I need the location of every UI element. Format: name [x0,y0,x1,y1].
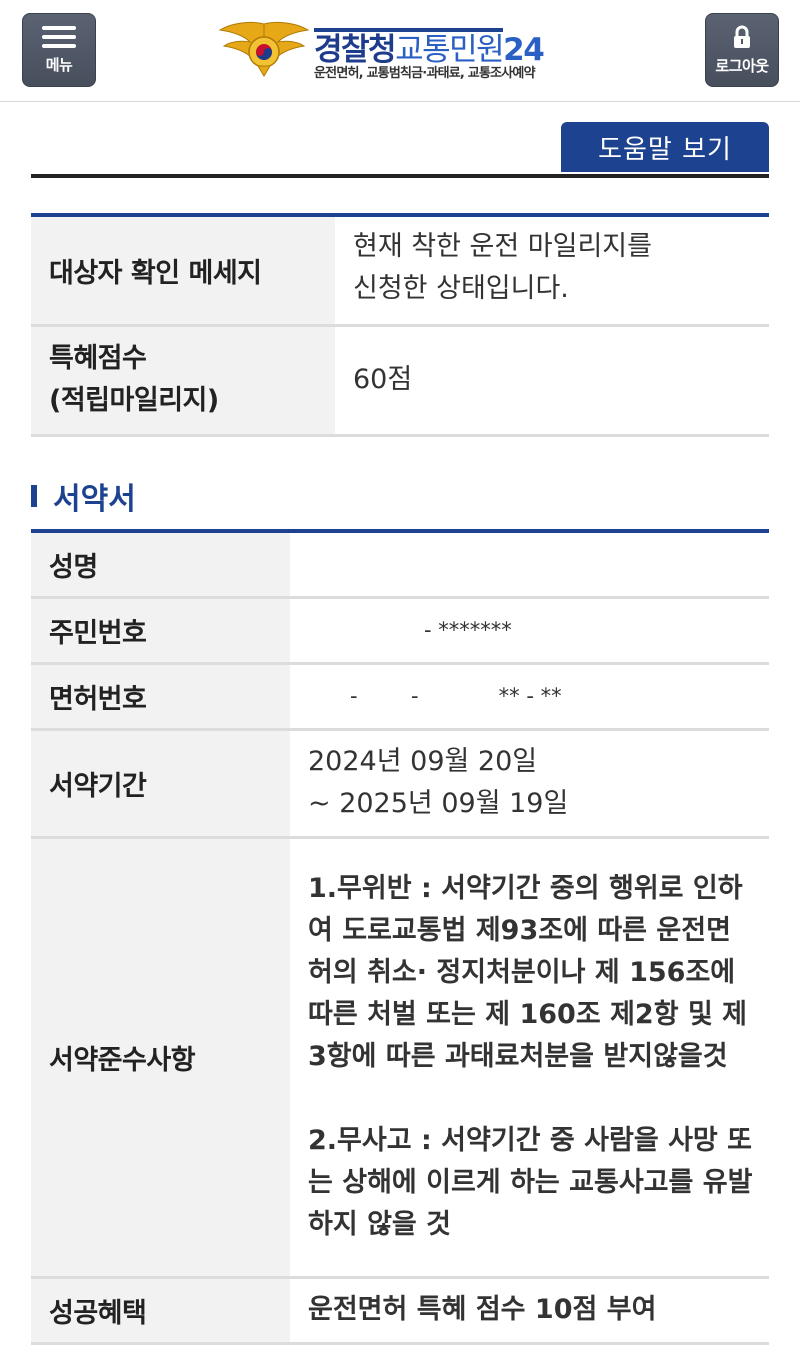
row-label: 면허번호 [31,663,290,731]
table-row: 대상자 확인 메세지 현재 착한 운전 마일리지를 신청한 상태입니다. [31,215,769,327]
pledge-table: 성명 주민번호 - ******* 면허번호 - - ** - ** 서약기간 … [31,529,769,1345]
row-value [290,531,769,599]
row-value: 1.무위반 : 서약기간 중의 행위로 인하여 도로교통법 제93조에 따른 운… [290,837,769,1279]
row-value: 2024년 09월 20일 ~ 2025년 09월 19일 [290,729,769,839]
row-label: 성명 [31,531,290,599]
row-value: - - ** - ** [290,663,769,731]
row-label: 성공혜택 [31,1277,290,1345]
status-table: 대상자 확인 메세지 현재 착한 운전 마일리지를 신청한 상태입니다. 특혜점… [31,213,769,437]
section-title: 서약서 [31,474,136,518]
table-row: 서약기간 2024년 09월 20일 ~ 2025년 09월 19일 [31,729,769,839]
hamburger-icon [42,25,76,48]
table-row: 성공혜택 운전면허 특혜 점수 10점 부여 [31,1277,769,1345]
row-value: 운전면허 특혜 점수 10점 부여 [290,1277,769,1345]
divider [31,174,769,178]
logo-subtitle: 운전면허, 교통범칙금·과태료, 교통조사예약 [314,66,536,81]
menu-button[interactable]: 메뉴 [22,13,96,87]
table-row: 면허번호 - - ** - ** [31,663,769,731]
table-row: 특혜점수 (적립마일리지) 60점 [31,325,769,437]
police-emblem-icon [218,21,310,77]
row-label: 서약기간 [31,729,290,839]
logout-button[interactable]: 로그아웃 [705,13,779,87]
row-value: 현재 착한 운전 마일리지를 신청한 상태입니다. [335,215,769,327]
row-label: 주민번호 [31,597,290,665]
lock-icon [734,25,750,48]
help-button[interactable]: 도움말 보기 [561,122,769,172]
table-row: 서약준수사항 1.무위반 : 서약기간 중의 행위로 인하여 도로교통법 제93… [31,837,769,1279]
row-value: 60점 [335,325,769,437]
logout-button-label: 로그아웃 [715,56,769,75]
table-row: 성명 [31,531,769,599]
table-row: 주민번호 - ******* [31,597,769,665]
row-label: 특혜점수 (적립마일리지) [31,325,335,437]
section-title-text: 서약서 [53,482,136,517]
menu-button-label: 메뉴 [45,55,73,74]
row-label: 서약준수사항 [31,837,290,1279]
app-header: 메뉴 경찰청교통민원24 운전면허, 교통범칙금·과태료, 교통조사예약 로그아… [0,0,800,102]
section-bar [31,485,37,507]
row-value: - ******* [290,597,769,665]
row-label: 대상자 확인 메세지 [31,215,335,327]
